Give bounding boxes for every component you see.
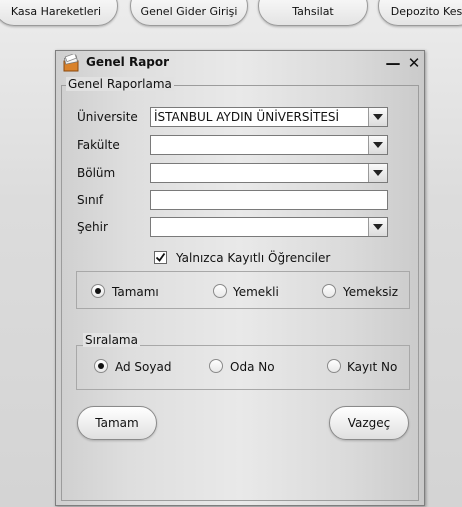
check-icon [155,252,166,262]
radio-tamami-label: Tamamı [112,285,159,299]
universite-label: Üniversite [77,110,138,124]
sinif-label: Sınıf [77,193,104,207]
dialog-titlebar[interactable]: Genel Rapor — ✕ [56,51,424,75]
radio-ad-soyad[interactable] [94,359,108,373]
close-icon[interactable]: ✕ [405,53,423,73]
bolum-select[interactable] [150,163,388,183]
tamam-button[interactable]: Tamam [77,406,157,440]
radio-oda-no-label: Oda No [230,360,275,374]
chevron-down-icon[interactable] [368,164,387,182]
fakulte-select[interactable] [150,135,388,155]
radio-kayit-no[interactable] [327,359,341,373]
radio-ad-soyad-label: Ad Soyad [115,360,172,374]
minimize-icon[interactable]: — [384,53,402,73]
dialog-title: Genel Rapor [86,55,170,69]
tab-genel-gider-girisi[interactable]: Genel Gider Girişi [130,0,248,26]
radio-yemekli[interactable] [213,284,227,298]
genel-rapor-dialog: Genel Rapor — ✕ Genel Raporlama Üniversi… [55,50,425,506]
radio-oda-no[interactable] [209,359,223,373]
kayitli-ogrenciler-checkbox[interactable] [154,251,167,264]
report-icon [62,52,80,72]
radio-yemeksiz-label: Yemeksiz [343,285,399,299]
chevron-down-icon[interactable] [368,218,387,236]
tab-tahsilat[interactable]: Tahsilat [258,0,368,26]
group-title: Genel Raporlama [66,77,174,91]
tab-kasa-hareketleri[interactable]: Kasa Hareketleri [0,0,118,26]
universite-value: İSTANBUL AYDIN ÜNİVERSİTESİ [154,110,340,124]
sehir-select[interactable] [150,217,388,237]
bolum-label: Bölüm [77,166,116,180]
vazgec-button[interactable]: Vazgeç [329,406,409,440]
kayitli-ogrenciler-label: Yalnızca Kayıtlı Öğrenciler [176,251,331,265]
sinif-field[interactable] [150,190,388,210]
top-tab-bar: Kasa Hareketleri Genel Gider Girişi Tahs… [0,0,462,30]
siralama-title: Sıralama [83,333,140,347]
chevron-down-icon[interactable] [368,136,387,154]
radio-kayit-no-label: Kayıt No [347,360,398,374]
radio-yemekli-label: Yemekli [233,285,279,299]
universite-select[interactable]: İSTANBUL AYDIN ÜNİVERSİTESİ [150,107,388,127]
tab-depozito-kesi[interactable]: Depozito Kesi [378,0,462,26]
radio-tamami[interactable] [91,284,105,298]
sehir-label: Şehir [77,220,108,234]
radio-yemeksiz[interactable] [322,284,336,298]
chevron-down-icon[interactable] [368,108,387,126]
fakulte-label: Fakülte [77,138,120,152]
